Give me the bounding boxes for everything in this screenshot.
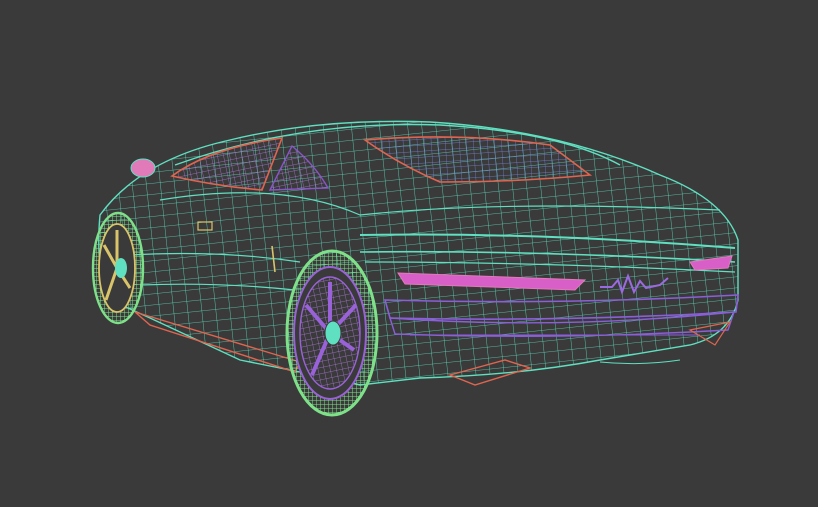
side-mirror [130,158,156,178]
front-wheel [91,211,145,325]
ground-line [599,359,681,365]
3d-viewport[interactable] [0,0,818,507]
car-wireframe-render [91,120,739,417]
rear-wheel [285,249,379,417]
